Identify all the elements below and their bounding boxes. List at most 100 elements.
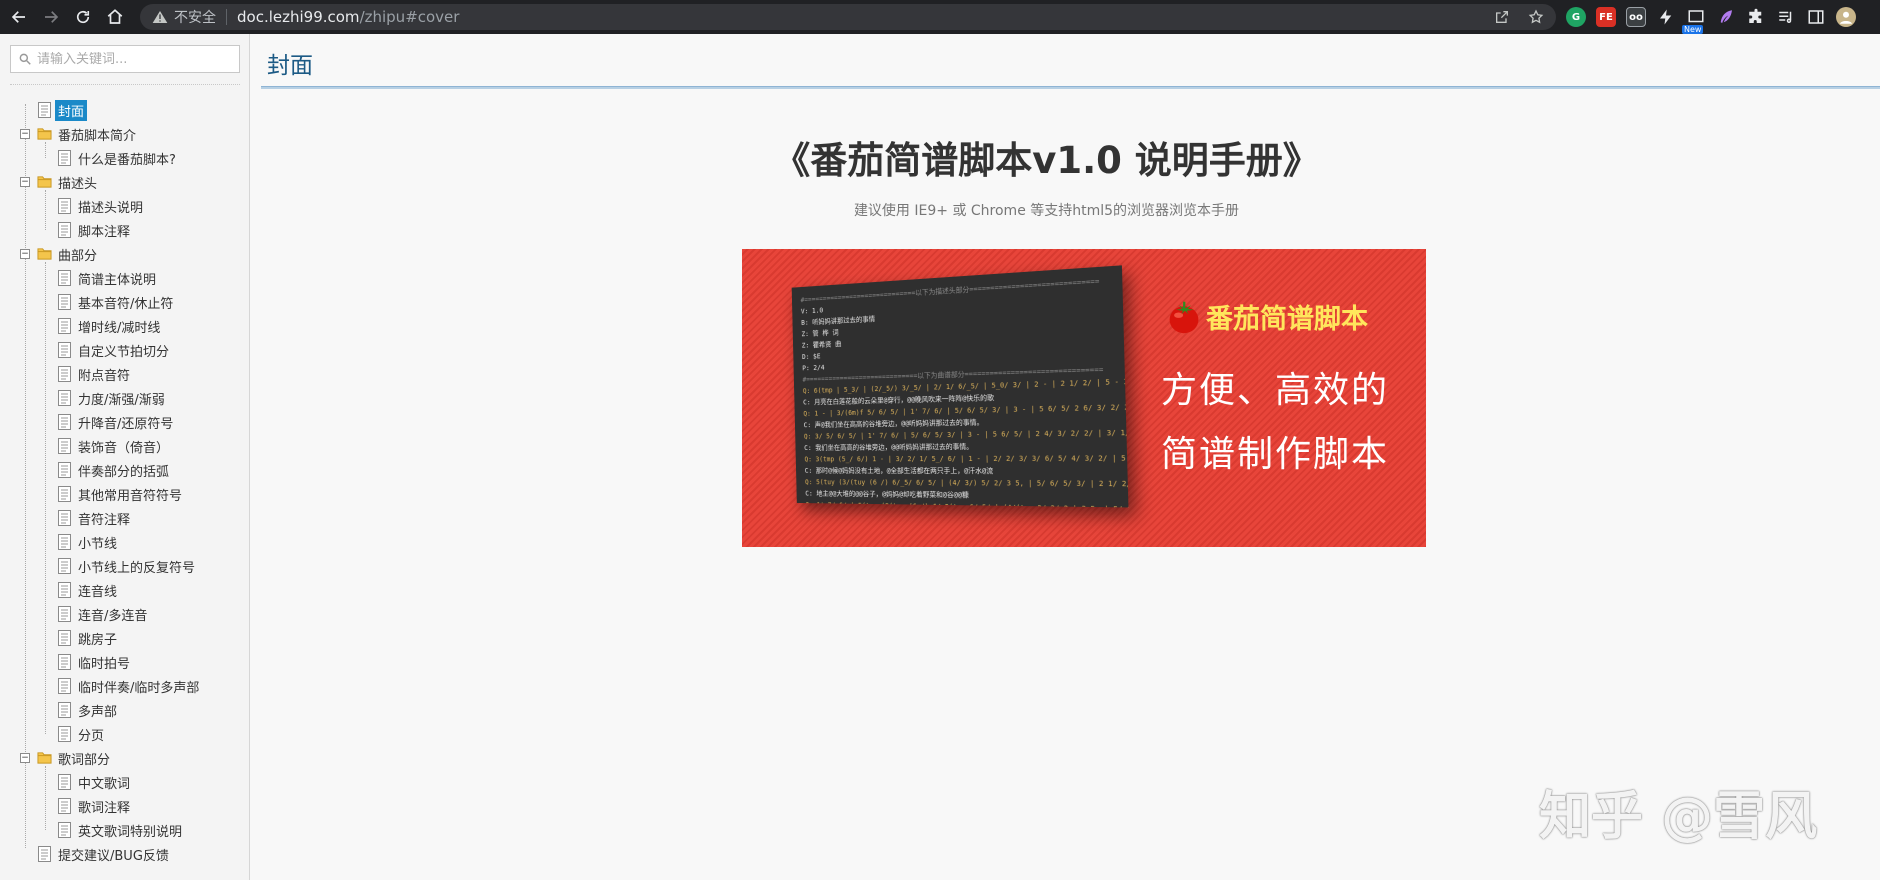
media-control-button[interactable]: [1776, 7, 1796, 27]
document-icon: [57, 534, 72, 550]
search-box[interactable]: [10, 45, 240, 73]
document-icon: [57, 726, 72, 742]
tree-item-label: 升降音/还原符号: [78, 416, 174, 432]
forward-button[interactable]: [38, 4, 64, 30]
tree-doc-item[interactable]: 音符注释: [0, 506, 250, 530]
code-screenshot: #=============================以下为描述头部分==…: [791, 265, 1129, 508]
browser-toolbar: 不安全 doc.lezhi99.com /zhipu#cover G FE oo…: [0, 0, 1880, 34]
warning-icon: [152, 11, 168, 23]
document-icon: [57, 486, 72, 502]
tree-doc-item[interactable]: 小节线上的反复符号: [0, 554, 250, 578]
tree-item-label: 什么是番茄脚本?: [78, 152, 176, 168]
tree-doc-item[interactable]: 多声部: [0, 698, 250, 722]
tree-item-label: 歌词部分: [58, 752, 111, 768]
tree-doc-item[interactable]: 增时线/减时线: [0, 314, 250, 338]
feather-extension-icon[interactable]: [1716, 7, 1736, 27]
url-path: /zhipu#cover: [359, 8, 460, 26]
arrow-right-icon: [45, 11, 59, 23]
tree-doc-item[interactable]: 自定义节拍切分: [0, 338, 250, 362]
tree-item-label: 小节线上的反复符号: [78, 560, 196, 576]
tree-doc-item[interactable]: 提交建议/BUG反馈: [0, 842, 250, 866]
document-icon: [57, 150, 72, 166]
extensions-bar: G FE oo New: [1566, 4, 1856, 34]
tree-doc-item[interactable]: 连音/多连音: [0, 602, 250, 626]
reload-button[interactable]: [70, 4, 96, 30]
tree-doc-item[interactable]: 跳房子: [0, 626, 250, 650]
address-bar[interactable]: 不安全 doc.lezhi99.com /zhipu#cover: [140, 4, 1556, 30]
tree-doc-item[interactable]: 升降音/还原符号: [0, 410, 250, 434]
collapse-toggle-icon[interactable]: −: [20, 177, 30, 187]
folder-icon: [37, 246, 52, 262]
tree-item-label: 分页: [78, 728, 105, 744]
document-icon: [37, 102, 52, 118]
document-icon: [57, 558, 72, 574]
tree-item-label: 脚本注释: [78, 224, 131, 240]
extensions-puzzle-button[interactable]: [1746, 7, 1766, 27]
tree-doc-item[interactable]: 小节线: [0, 530, 250, 554]
document-icon: [57, 462, 72, 478]
tree-doc-item[interactable]: 附点音符: [0, 362, 250, 386]
tree-doc-item[interactable]: 装饰音（倚音）: [0, 434, 250, 458]
tree-doc-item[interactable]: 简谱主体说明: [0, 266, 250, 290]
tree-doc-item[interactable]: 分页: [0, 722, 250, 746]
tree-doc-item[interactable]: 力度/渐强/渐弱: [0, 386, 250, 410]
tree-item-label: 临时伴奏/临时多声部: [78, 680, 200, 696]
tree-doc-item[interactable]: 封面: [0, 98, 250, 122]
collapse-toggle-icon[interactable]: −: [20, 249, 30, 259]
document-icon: [57, 414, 72, 430]
banner-brand: 番茄简谱脚本: [1166, 297, 1368, 336]
tree-item-label: 其他常用音符符号: [78, 488, 183, 504]
collapse-toggle-icon[interactable]: −: [20, 129, 30, 139]
profile-avatar[interactable]: [1836, 7, 1856, 27]
side-panel-button[interactable]: [1806, 7, 1826, 27]
search-input[interactable]: [37, 51, 227, 67]
tree-item-label: 中文歌词: [78, 776, 131, 792]
share-icon[interactable]: [1494, 9, 1510, 25]
grammarly-extension-icon[interactable]: G: [1566, 7, 1586, 27]
document-icon: [57, 678, 72, 694]
bookmark-star-icon[interactable]: [1528, 9, 1544, 25]
lightning-extension-icon[interactable]: [1656, 7, 1676, 27]
document-icon: [57, 630, 72, 646]
insecure-label[interactable]: 不安全: [174, 7, 216, 27]
tree-item-label: 小节线: [78, 536, 118, 552]
tree-item-label: 伴奏部分的括弧: [78, 464, 170, 480]
tree-folder-item[interactable]: − 歌词部分: [0, 746, 250, 770]
tree-doc-item[interactable]: 脚本注释: [0, 218, 250, 242]
main-content: 封面 《番茄简谱脚本v1.0 说明手册》 建议使用 IE9+ 或 Chrome …: [251, 34, 1880, 880]
puzzle-icon: [1749, 8, 1762, 23]
document-icon: [57, 270, 72, 286]
avatar-icon: [1840, 11, 1852, 24]
tree-folder-item[interactable]: − 曲部分: [0, 242, 250, 266]
tree-doc-item[interactable]: 基本音符/休止符: [0, 290, 250, 314]
brand-text: 番茄简谱脚本: [1206, 304, 1368, 335]
tree-doc-item[interactable]: 其他常用音符符号: [0, 482, 250, 506]
window-icon: [1688, 10, 1704, 23]
lightning-icon: [1660, 9, 1672, 25]
tree-doc-item[interactable]: 英文歌词特别说明: [0, 818, 250, 842]
folder-icon: [37, 174, 52, 190]
tree-item-label: 简谱主体说明: [78, 272, 157, 288]
doc-subtitle: 建议使用 IE9+ 或 Chrome 等支持html5的浏览器浏览本手册: [853, 203, 1240, 219]
tree-doc-item[interactable]: 中文歌词: [0, 770, 250, 794]
gamepad-extension-icon[interactable]: oo: [1626, 7, 1646, 27]
home-button[interactable]: [102, 4, 128, 30]
tree-doc-item[interactable]: 连音线: [0, 578, 250, 602]
tree-item-label: 封面: [55, 99, 88, 121]
fe-extension-icon[interactable]: FE: [1596, 7, 1616, 27]
new-extension-icon[interactable]: New: [1682, 7, 1706, 34]
folder-icon: [37, 750, 52, 766]
document-icon: [57, 438, 72, 454]
tomato-icon: [1169, 301, 1199, 333]
back-button[interactable]: [6, 4, 32, 30]
tree-item-label: 曲部分: [58, 248, 98, 264]
tree-item-label: 力度/渐强/渐弱: [78, 392, 165, 408]
tree-item-label: 附点音符: [78, 368, 131, 384]
collapse-toggle-icon[interactable]: −: [20, 753, 30, 763]
tree-doc-item[interactable]: 临时伴奏/临时多声部: [0, 674, 250, 698]
tree-doc-item[interactable]: 临时拍号: [0, 650, 250, 674]
tree-doc-item[interactable]: 伴奏部分的括弧: [0, 458, 250, 482]
document-icon: [57, 366, 72, 382]
tree-doc-item[interactable]: 歌词注释: [0, 794, 250, 818]
omnibox-separator: [226, 9, 227, 25]
